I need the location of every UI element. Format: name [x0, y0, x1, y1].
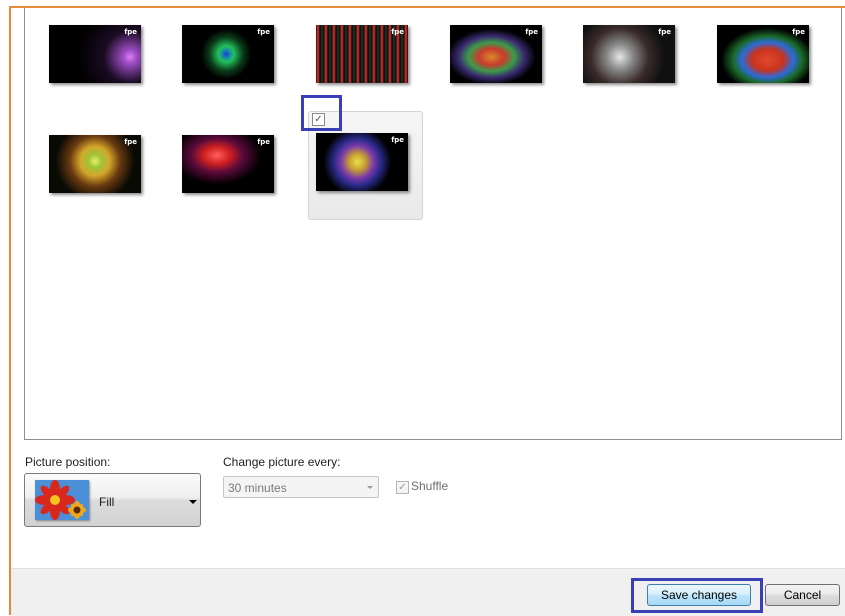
- thumbnail-logo: fpe: [257, 28, 270, 36]
- thumbnail-logo: fpe: [124, 138, 137, 146]
- change-interval-dropdown[interactable]: 30 minutes: [223, 476, 379, 498]
- frame-left-edge: [9, 6, 11, 615]
- thumbnail-logo: fpe: [257, 138, 270, 146]
- thumbnail-logo: fpe: [124, 28, 137, 36]
- thumbnail-8[interactable]: fpe: [182, 135, 274, 193]
- shuffle-label: Shuffle: [411, 479, 449, 493]
- thumbnail-logo: fpe: [525, 28, 538, 36]
- thumbnail-5[interactable]: fpe: [583, 25, 675, 83]
- thumbnail-1[interactable]: fpe: [49, 25, 141, 83]
- dropdown-arrow-icon: [189, 500, 197, 504]
- thumbnail-logo: fpe: [391, 28, 404, 36]
- save-changes-button[interactable]: Save changes: [647, 584, 751, 606]
- thumbnail-3[interactable]: fpe: [316, 25, 408, 83]
- check-icon: ✓: [398, 482, 407, 493]
- thumbnail-2[interactable]: fpe: [182, 25, 274, 83]
- picture-position-label: Picture position:: [25, 455, 111, 469]
- thumbnail-logo: fpe: [658, 28, 671, 36]
- change-picture-label: Change picture every:: [223, 455, 341, 469]
- picture-gallery[interactable]: fpe fpe fpe fpe fpe fpe fpe fpe fpe ✓: [24, 8, 842, 440]
- thumbnail-logo: fpe: [391, 136, 404, 144]
- flower-preview-icon: [35, 480, 89, 520]
- dropdown-arrow-icon: [367, 486, 373, 489]
- picture-position-dropdown[interactable]: Fill: [24, 473, 201, 527]
- thumbnail-7[interactable]: fpe: [49, 135, 141, 193]
- thumbnail-4[interactable]: fpe: [450, 25, 542, 83]
- thumbnail-6[interactable]: fpe: [717, 25, 809, 83]
- interval-value: 30 minutes: [228, 481, 287, 495]
- cancel-button[interactable]: Cancel: [765, 584, 840, 606]
- shuffle-checkbox[interactable]: ✓: [396, 481, 409, 494]
- thumbnail-9[interactable]: fpe: [316, 133, 408, 191]
- picture-position-value: Fill: [99, 495, 115, 509]
- thumbnail-select-checkbox[interactable]: ✓: [312, 113, 325, 126]
- thumbnail-logo: fpe: [792, 28, 805, 36]
- check-icon: ✓: [314, 114, 323, 125]
